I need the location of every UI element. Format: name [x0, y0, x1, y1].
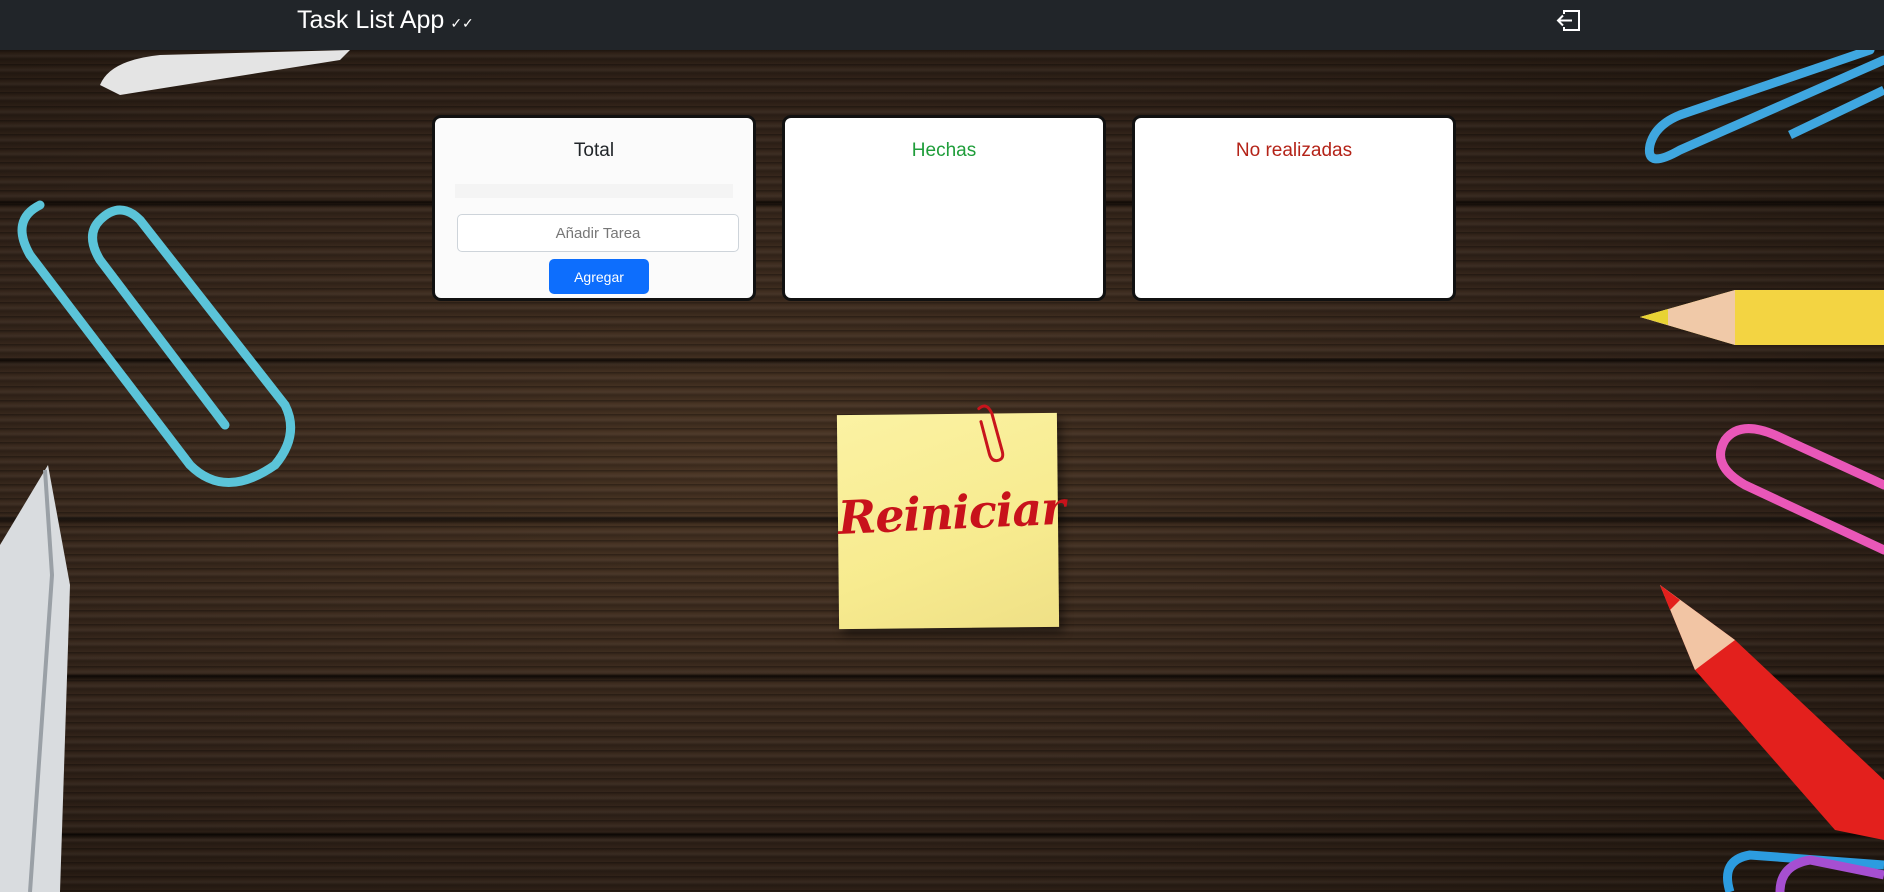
card-not-done-title: No realizadas	[1235, 140, 1353, 161]
card-total: Total Agregar	[432, 115, 756, 301]
paperclip-blue-right-icon	[1644, 50, 1884, 164]
reset-sticky-note[interactable]: Reiniciar	[836, 404, 1066, 630]
paperclip-purple-icon	[1723, 850, 1884, 892]
card-done: Hechas	[782, 115, 1106, 301]
reset-label: Reiniciar	[836, 480, 1066, 545]
navbar: Task List App ✓✓	[0, 0, 1884, 50]
double-check-icon: ✓✓	[450, 15, 474, 31]
add-task-input[interactable]	[457, 214, 739, 252]
paperclip-blue-left-icon	[17, 200, 296, 487]
logout-icon[interactable]	[1555, 8, 1581, 34]
card-done-title: Hechas	[911, 140, 977, 161]
card-not-done: No realizadas	[1132, 115, 1456, 301]
card-divider	[455, 184, 733, 198]
pen-icon	[0, 465, 70, 892]
pencil-yellow-icon	[1640, 290, 1884, 345]
card-total-title: Total	[573, 140, 615, 161]
paperclip-pink-icon	[1716, 424, 1884, 555]
app-brand[interactable]: Task List App ✓✓	[297, 6, 474, 35]
add-task-button[interactable]: Agregar	[549, 259, 649, 294]
pen-top-icon	[100, 50, 350, 95]
app-title: Task List App	[297, 6, 445, 34]
paperclip-red-icon	[977, 404, 1005, 463]
pencil-red-icon	[1660, 585, 1884, 840]
